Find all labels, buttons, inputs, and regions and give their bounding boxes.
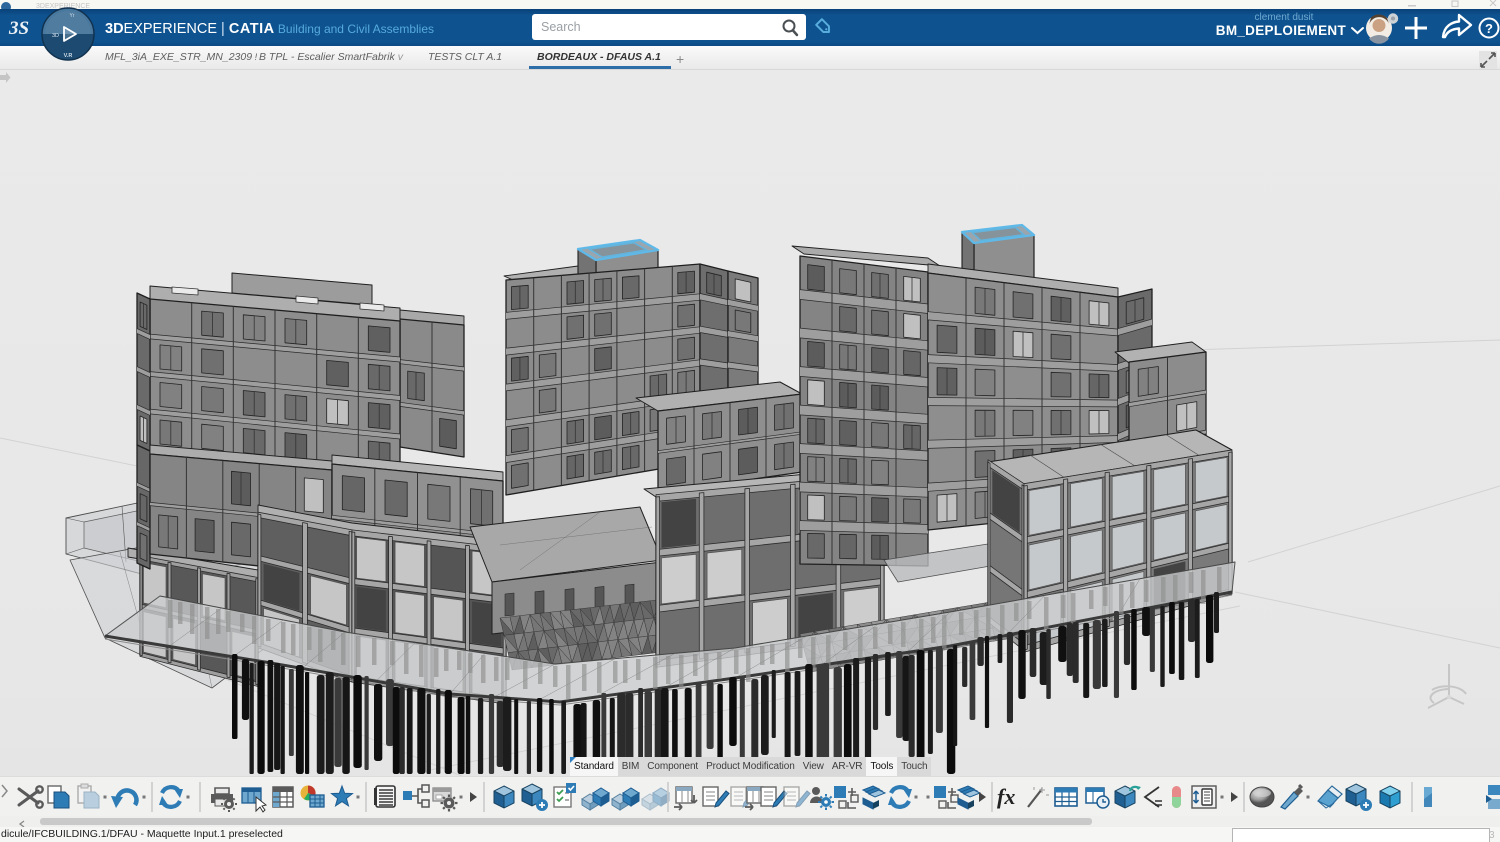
svg-text:3DEXPERIENCE | CATIA Building: 3DEXPERIENCE | CATIA Building and Civil … — [105, 21, 434, 37]
svg-text:3: 3 — [1489, 830, 1495, 841]
svg-text:Search: Search — [541, 20, 581, 34]
svg-text:3D: 3D — [52, 33, 59, 39]
svg-text:3S: 3S — [8, 18, 29, 39]
svg-text:clement dusit: clement dusit — [1255, 12, 1314, 23]
svg-text:Yr: Yr — [70, 13, 75, 19]
svg-text:BM_DEPLOIEMENT: BM_DEPLOIEMENT — [1216, 23, 1347, 38]
svg-text:V.R: V.R — [64, 53, 73, 59]
svg-text:fx: fx — [997, 784, 1015, 809]
svg-text:?: ? — [1485, 21, 1493, 36]
